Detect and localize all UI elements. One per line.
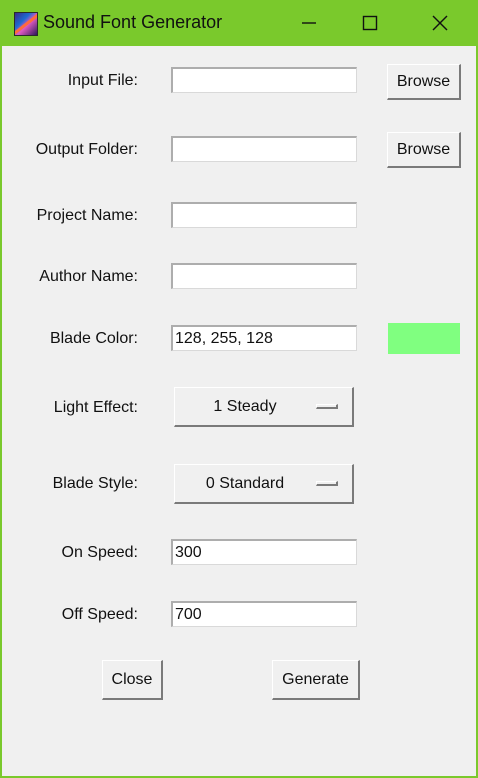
- on-speed-field[interactable]: [171, 539, 357, 565]
- output-folder-browse-button[interactable]: Browse: [387, 132, 461, 168]
- author-name-label: Author Name:: [39, 268, 138, 285]
- blade-color-field[interactable]: [171, 325, 357, 351]
- blade-color-label: Blade Color:: [49, 330, 138, 347]
- output-folder-field[interactable]: [171, 136, 357, 162]
- input-file-browse-button[interactable]: Browse: [387, 64, 461, 100]
- form-panel: Input File: Browse Output Folder: Browse…: [2, 46, 476, 776]
- input-file-label: Input File:: [67, 72, 138, 89]
- generate-button[interactable]: Generate: [272, 660, 360, 700]
- light-effect-label: Light Effect:: [53, 399, 138, 416]
- light-effect-value: 1 Steady: [213, 397, 277, 415]
- project-name-field[interactable]: [171, 202, 357, 228]
- maximize-icon: [362, 15, 378, 31]
- maximize-button[interactable]: [340, 0, 400, 46]
- window-title: Sound Font Generator: [43, 12, 223, 32]
- author-name-field[interactable]: [171, 263, 357, 289]
- app-saber-icon: [14, 12, 38, 36]
- minimize-button[interactable]: [279, 0, 339, 46]
- close-button[interactable]: Close: [102, 660, 163, 700]
- off-speed-label: Off Speed:: [61, 606, 138, 623]
- light-effect-dropdown[interactable]: 1 Steady: [174, 387, 354, 427]
- close-window-button[interactable]: [410, 0, 470, 46]
- input-file-field[interactable]: [171, 67, 357, 93]
- app-window: Sound Font Generator Input File: Browse …: [0, 0, 478, 778]
- dropdown-indicator-icon: [316, 404, 338, 409]
- close-icon: [432, 15, 448, 31]
- title-bar[interactable]: Sound Font Generator: [0, 0, 478, 46]
- project-name-label: Project Name:: [36, 207, 138, 224]
- off-speed-field[interactable]: [171, 601, 357, 627]
- output-folder-label: Output Folder:: [35, 141, 138, 158]
- blade-color-swatch: [388, 323, 460, 354]
- dropdown-indicator-icon: [316, 481, 338, 486]
- blade-style-label: Blade Style:: [52, 475, 138, 492]
- minimize-icon: [302, 22, 316, 24]
- blade-style-dropdown[interactable]: 0 Standard: [174, 464, 354, 504]
- blade-style-value: 0 Standard: [205, 474, 285, 492]
- on-speed-label: On Speed:: [61, 544, 139, 561]
